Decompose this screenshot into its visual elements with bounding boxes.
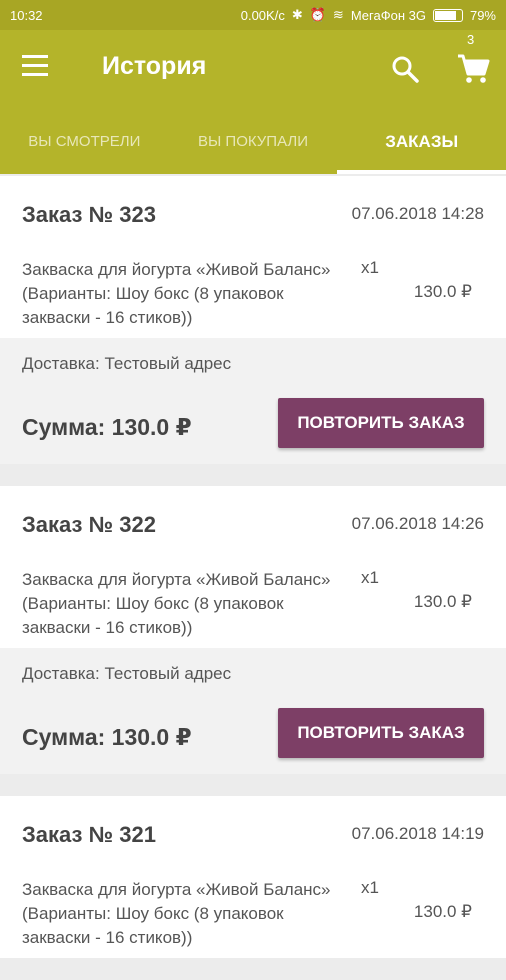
status-time: 10:32 [10,7,43,23]
order-header: Заказ № 323 07.06.2018 14:28 Закваска дл… [0,176,506,338]
order-sum: Сумма: 130.0 ₽ [22,724,192,750]
item-quantity: x1 [361,258,379,277]
battery-level: 79% [469,7,496,23]
status-bar: 10:32 0.00K/c ✱ ⏰ ≋ МегаФон 3G 79% [0,0,506,30]
tab-orders[interactable]: ЗАКАЗЫ [337,112,506,174]
wifi-icon: ≋ [332,7,344,22]
orders-list: Заказ № 323 07.06.2018 14:28 Закваска дл… [0,176,506,980]
status-right: 0.00K/c ✱ ⏰ ≋ МегаФон 3G 79% [241,7,496,23]
order-date: 07.06.2018 14:28 [351,204,484,223]
app-bar: История 3 [0,30,506,112]
order-footer: Доставка: Тестовый адрес Сумма: 130.0 ₽ … [0,648,506,774]
delivery-address: Доставка: Тестовый адрес [22,354,232,373]
battery-icon [432,8,463,22]
tab-viewed[interactable]: ВЫ СМОТРЕЛИ [0,112,169,174]
order-header: Заказ № 322 07.06.2018 14:26 Закваска дл… [0,486,506,648]
delivery-address: Доставка: Тестовый адрес [22,664,232,683]
item-quantity: x1 [361,878,379,897]
item-name: Закваска для йогурта «Живой Баланс» (Вар… [22,260,331,327]
order-date: 07.06.2018 14:26 [351,514,484,533]
alarm-icon: ⏰ [309,7,326,22]
item-quantity: x1 [361,568,379,587]
cart-icon[interactable] [456,52,490,86]
cart-count-badge: 3 [467,32,475,47]
carrier: МегаФон 3G [350,7,426,23]
tab-bar: ВЫ СМОТРЕЛИ ВЫ ПОКУПАЛИ ЗАКАЗЫ [0,112,506,174]
order-sum: Сумма: 130.0 ₽ [22,414,192,440]
item-price: 130.0 ₽ [413,282,472,301]
item-name: Закваска для йогурта «Живой Баланс» (Вар… [22,570,331,637]
order-card: Заказ № 322 07.06.2018 14:26 Закваска дл… [0,486,506,774]
order-header: Заказ № 321 07.06.2018 14:19 Закваска дл… [0,796,506,958]
search-icon[interactable] [390,54,420,84]
bluetooth-icon: ✱ [291,7,303,22]
item-price: 130.0 ₽ [413,902,472,921]
repeat-order-button[interactable]: ПОВТОРИТЬ ЗАКАЗ [278,708,484,758]
item-price: 130.0 ₽ [413,592,472,611]
menu-icon[interactable] [22,55,54,83]
order-card: Заказ № 323 07.06.2018 14:28 Закваска дл… [0,176,506,464]
page-title: История [102,52,207,80]
order-footer: Доставка: Тестовый адрес Сумма: 130.0 ₽ … [0,338,506,464]
item-name: Закваска для йогурта «Живой Баланс» (Вар… [22,880,331,947]
tab-purchased[interactable]: ВЫ ПОКУПАЛИ [169,112,338,174]
order-card: Заказ № 321 07.06.2018 14:19 Закваска дл… [0,796,506,958]
repeat-order-button[interactable]: ПОВТОРИТЬ ЗАКАЗ [278,398,484,448]
order-date: 07.06.2018 14:19 [351,824,484,843]
network-speed: 0.00K/c [240,7,285,23]
